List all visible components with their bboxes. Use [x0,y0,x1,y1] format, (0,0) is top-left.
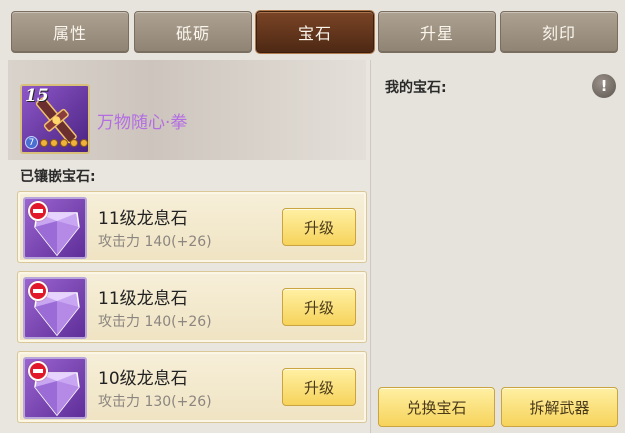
dismantle-weapon-button[interactable]: 拆解武器 [501,387,618,427]
gem-stat: 攻击力 140(+26) [98,234,212,250]
gem-name: 10级龙息石 [98,369,188,389]
exchange-gems-button[interactable]: 兑换宝石 [378,387,495,427]
my-gems-panel: 我的宝石: ! 兑换宝石 拆解武器 [370,60,625,433]
gem-stat: 攻击力 130(+26) [98,394,212,410]
gem-stat: 攻击力 140(+26) [98,314,212,330]
embedded-gems-label: 已镶嵌宝石: [20,169,96,185]
gem-slot-dots [40,139,88,147]
gem-name: 11级龙息石 [98,209,188,229]
tab-attributes[interactable]: 属性 [11,11,129,53]
remove-gem-icon[interactable] [28,201,48,221]
remove-gem-icon[interactable] [28,281,48,301]
weapon-star-badge: 7 [25,136,38,149]
info-icon[interactable]: ! [592,74,616,98]
tab-gems[interactable]: 宝石 [256,11,374,53]
upgrade-button[interactable]: 升级 [282,208,356,246]
slot-dot [70,139,78,147]
tab-bar: 属性 砥砺 宝石 升星 刻印 [0,0,625,60]
gem-row: 10级龙息石 攻击力 130(+26) 升级 [17,351,367,423]
slot-dot [60,139,68,147]
gem-row: 11级龙息石 攻击力 140(+26) 升级 [17,191,367,263]
slot-dot [50,139,58,147]
remove-gem-icon[interactable] [28,361,48,381]
tab-refine[interactable]: 砥砺 [134,11,252,53]
gem-row: 11级龙息石 攻击力 140(+26) 升级 [17,271,367,343]
dragon-breath-gem-icon[interactable] [23,277,87,339]
dragon-breath-gem-icon[interactable] [23,357,87,419]
upgrade-button[interactable]: 升级 [282,368,356,406]
slot-dot [80,139,88,147]
weapon-level: 15 [25,86,49,106]
dragon-breath-gem-icon[interactable] [23,197,87,259]
upgrade-button[interactable]: 升级 [282,288,356,326]
gem-name: 11级龙息石 [98,289,188,309]
weapon-name: 万物随心·拳 [97,113,188,133]
my-gems-label: 我的宝石: [385,80,447,96]
tab-star-up[interactable]: 升星 [378,11,496,53]
slot-dot [40,139,48,147]
tab-engrave[interactable]: 刻印 [500,11,618,53]
fist-weapon-icon[interactable]: 15 7 [20,84,90,154]
embedded-gems-panel: 15 7 万物随心·拳 已镶嵌宝石: 11级龙息石 攻击力 140(+26) 升… [8,60,367,433]
